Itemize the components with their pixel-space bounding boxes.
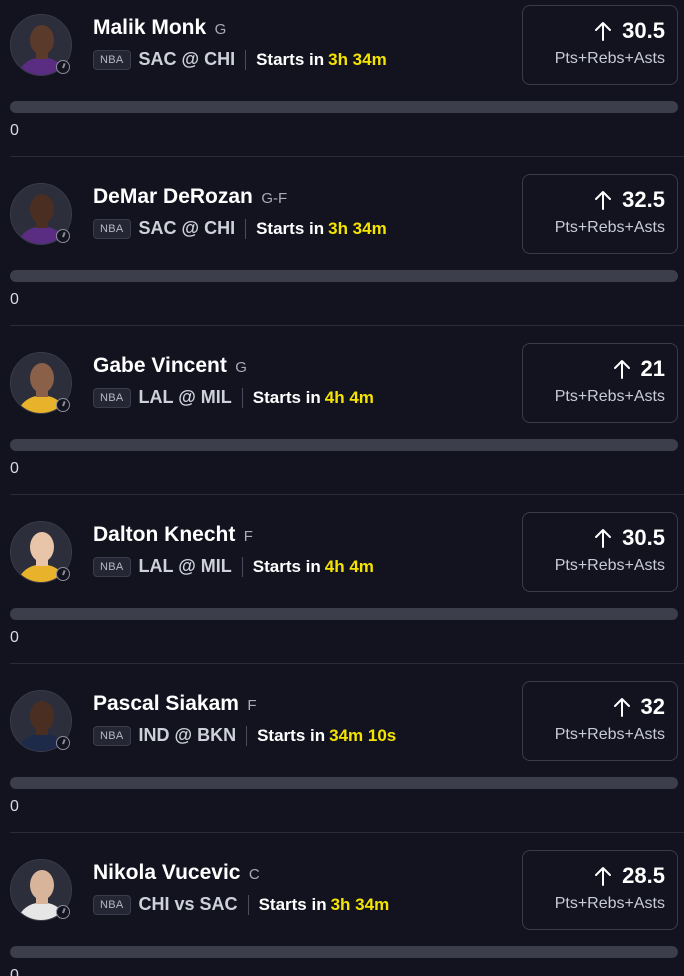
league-badge: NBA (93, 556, 131, 577)
progress-count: 0 (10, 967, 19, 976)
meta-divider (241, 387, 243, 408)
starts-countdown: 4h 4m (324, 387, 374, 407)
player-name[interactable]: DeMar DeRozan (93, 185, 253, 208)
stat-type-label: Pts+Rebs+Asts (554, 388, 665, 405)
arrow-up-icon (594, 21, 612, 41)
player-position: F (243, 528, 253, 545)
projection-line-box[interactable]: 21 Pts+Rebs+Asts (522, 343, 678, 423)
matchup-text: IND @ BKN (138, 725, 237, 745)
player-name[interactable]: Gabe Vincent (93, 354, 227, 377)
starts-label: Starts in (258, 894, 327, 914)
progress-bar (10, 777, 678, 789)
league-badge: NBA (93, 725, 131, 746)
starts-countdown: 4h 4m (324, 556, 374, 576)
player-prop-card[interactable]: Dalton Knecht F NBA LAL @ MIL Starts in … (0, 512, 684, 683)
player-prop-card[interactable]: Malik Monk G NBA SAC @ CHI Starts in 3h … (0, 5, 684, 176)
card-divider (10, 156, 684, 157)
player-name[interactable]: Dalton Knecht (93, 523, 235, 546)
player-prop-card[interactable]: Gabe Vincent G NBA LAL @ MIL Starts in 4… (0, 343, 684, 514)
starts-countdown: 3h 34m (328, 49, 387, 69)
progress-bar (10, 439, 678, 451)
player-name[interactable]: Pascal Siakam (93, 692, 239, 715)
line-value: 30.5 (622, 525, 665, 550)
player-position: F (247, 697, 257, 714)
card-divider (10, 832, 684, 833)
player-position: G-F (261, 190, 288, 207)
progress-count: 0 (10, 291, 19, 308)
progress-count: 0 (10, 460, 19, 477)
starts-countdown: 34m 10s (329, 725, 397, 745)
line-value: 30.5 (622, 18, 665, 43)
progress-bar (10, 946, 678, 958)
projection-line-box[interactable]: 30.5 Pts+Rebs+Asts (522, 5, 678, 85)
meta-divider (246, 725, 248, 746)
meta-divider (247, 894, 249, 915)
starts-label: Starts in (252, 387, 321, 407)
line-value: 28.5 (622, 863, 665, 888)
player-position: C (248, 866, 260, 883)
league-badge: NBA (93, 387, 131, 408)
progress-count: 0 (10, 122, 19, 139)
player-position: G (214, 21, 227, 38)
stat-type-label: Pts+Rebs+Asts (554, 219, 665, 236)
starts-label: Starts in (257, 725, 326, 745)
stat-type-label: Pts+Rebs+Asts (554, 557, 665, 574)
meta-divider (245, 49, 247, 70)
player-position: G (235, 359, 247, 376)
projection-line-box[interactable]: 32.5 Pts+Rebs+Asts (522, 174, 678, 254)
league-badge: NBA (93, 218, 131, 239)
clock-icon (56, 229, 70, 243)
stat-type-label: Pts+Rebs+Asts (554, 726, 665, 743)
arrow-up-icon (613, 697, 631, 717)
player-prop-card[interactable]: Nikola Vucevic C NBA CHI vs SAC Starts i… (0, 850, 684, 976)
arrow-up-icon (594, 528, 612, 548)
arrow-up-icon (613, 359, 631, 379)
card-divider (10, 663, 684, 664)
progress-count: 0 (10, 798, 19, 815)
arrow-up-icon (594, 866, 612, 886)
meta-divider (245, 218, 247, 239)
player-prop-card[interactable]: DeMar DeRozan G-F NBA SAC @ CHI Starts i… (0, 174, 684, 345)
matchup-text: LAL @ MIL (138, 556, 232, 576)
starts-label: Starts in (256, 49, 325, 69)
meta-divider (241, 556, 243, 577)
clock-icon (56, 905, 70, 919)
player-name[interactable]: Nikola Vucevic (93, 861, 240, 884)
progress-count: 0 (10, 629, 19, 646)
projection-line-box[interactable]: 32 Pts+Rebs+Asts (522, 681, 678, 761)
projection-line-box[interactable]: 28.5 Pts+Rebs+Asts (522, 850, 678, 930)
card-divider (10, 325, 684, 326)
projection-line-box[interactable]: 30.5 Pts+Rebs+Asts (522, 512, 678, 592)
card-divider (10, 494, 684, 495)
line-value: 32 (640, 694, 665, 719)
arrow-up-icon (594, 190, 612, 210)
league-badge: NBA (93, 894, 131, 915)
stat-type-label: Pts+Rebs+Asts (554, 50, 665, 67)
starts-label: Starts in (256, 218, 325, 238)
matchup-text: SAC @ CHI (138, 218, 236, 238)
starts-label: Starts in (252, 556, 321, 576)
line-value: 21 (640, 356, 665, 381)
progress-bar (10, 608, 678, 620)
starts-countdown: 3h 34m (328, 218, 387, 238)
matchup-text: SAC @ CHI (138, 49, 236, 69)
stat-type-label: Pts+Rebs+Asts (554, 895, 665, 912)
clock-icon (56, 736, 70, 750)
matchup-text: CHI vs SAC (138, 894, 238, 914)
league-badge: NBA (93, 49, 131, 70)
starts-countdown: 3h 34m (330, 894, 390, 914)
clock-icon (56, 398, 70, 412)
clock-icon (56, 60, 70, 74)
player-name[interactable]: Malik Monk (93, 16, 206, 39)
progress-bar (10, 101, 678, 113)
progress-bar (10, 270, 678, 282)
clock-icon (56, 567, 70, 581)
line-value: 32.5 (622, 187, 665, 212)
matchup-text: LAL @ MIL (138, 387, 232, 407)
player-prop-card[interactable]: Pascal Siakam F NBA IND @ BKN Starts in … (0, 681, 684, 852)
